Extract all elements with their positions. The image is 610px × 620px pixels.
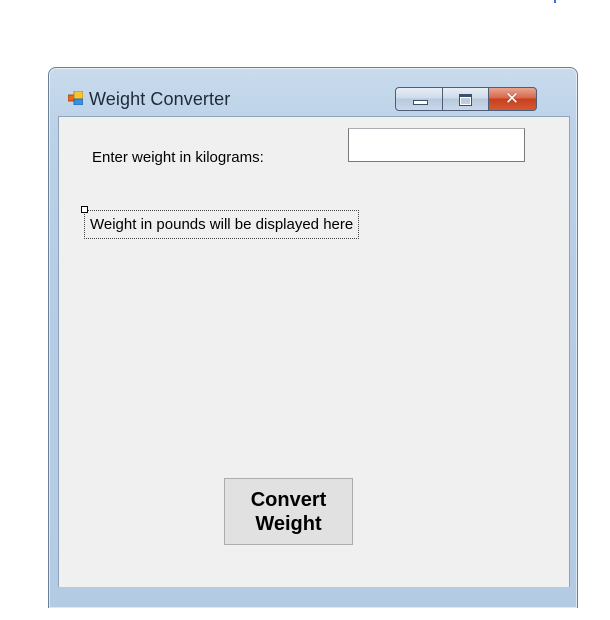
form-client-area: Enter weight in kilograms: Weight in pou… xyxy=(58,116,570,587)
window-title: Weight Converter xyxy=(89,89,231,109)
minimize-button[interactable] xyxy=(395,87,443,111)
maximize-button[interactable] xyxy=(443,87,489,111)
maximize-icon xyxy=(459,94,472,106)
kilograms-input[interactable] xyxy=(348,128,525,162)
convert-weight-button[interactable]: Convert Weight xyxy=(224,478,353,545)
selection-handle[interactable] xyxy=(81,206,88,213)
title-bar[interactable]: Weight Converter ✕ xyxy=(49,68,577,116)
kilograms-label: Enter weight in kilograms: xyxy=(92,149,264,166)
stray-pixel xyxy=(554,0,556,3)
weight-converter-window: Weight Converter ✕ Enter weight in kilog… xyxy=(48,67,578,608)
caption-buttons: ✕ xyxy=(395,87,537,111)
minimize-icon xyxy=(413,100,428,105)
app-icon[interactable] xyxy=(68,91,83,105)
close-button[interactable]: ✕ xyxy=(489,87,537,111)
screen: Weight Converter ✕ Enter weight in kilog… xyxy=(0,0,610,620)
close-icon: ✕ xyxy=(504,89,520,109)
pounds-output-label: Weight in pounds will be displayed here xyxy=(84,210,360,239)
